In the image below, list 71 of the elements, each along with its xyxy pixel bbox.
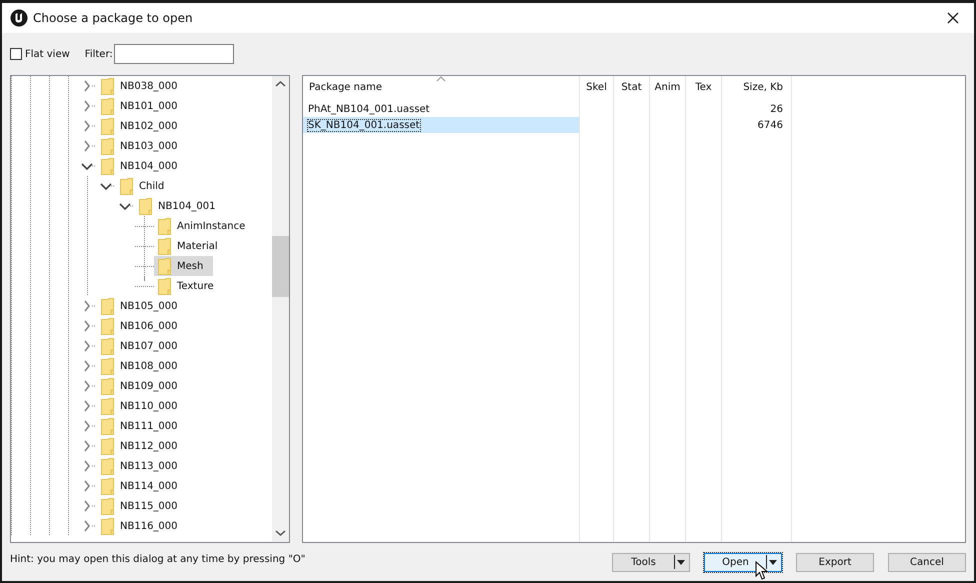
sort-icon xyxy=(436,76,446,82)
tree-item[interactable]: NB116_000 xyxy=(97,516,188,536)
table-cell-text: 26 xyxy=(769,102,784,116)
dialog-button[interactable]: Tools xyxy=(612,552,690,572)
tree-item[interactable]: NB109_000 xyxy=(97,376,188,396)
folder-icon xyxy=(101,378,114,394)
column-header[interactable]: Anim xyxy=(650,76,685,99)
flat-view-label: Flat view xyxy=(25,48,70,60)
tree-item[interactable]: NB105_000 xyxy=(97,296,188,316)
tree-item[interactable]: NB113_000 xyxy=(97,456,188,476)
tree-item[interactable]: NB038_000 xyxy=(97,76,188,96)
table-cell-text: 6746 xyxy=(756,118,784,132)
folder-icon xyxy=(158,238,171,254)
hint-text: Hint: you may open this dialog at any time by pressing "O" xyxy=(10,554,306,564)
dropdown-icon xyxy=(766,555,778,569)
folder-icon xyxy=(101,358,114,374)
dialog-button[interactable]: Cancel xyxy=(888,552,966,572)
folder-icon xyxy=(101,158,114,174)
tree-item[interactable]: NB107_000 xyxy=(97,336,188,356)
dropdown-icon xyxy=(674,555,686,569)
column-header[interactable]: Stat xyxy=(614,76,649,99)
filter-label: Filter: xyxy=(84,48,113,60)
folder-icon xyxy=(101,478,114,494)
filter-field[interactable] xyxy=(114,44,234,64)
dialog-button[interactable]: Export xyxy=(796,552,874,572)
tree-item[interactable]: NB110_000 xyxy=(97,396,188,416)
tree-item[interactable]: NB106_000 xyxy=(97,316,188,336)
flat-view-checkbox[interactable] xyxy=(10,48,22,60)
tree-item[interactable]: AnimInstance xyxy=(154,216,256,236)
tree-item[interactable]: NB111_000 xyxy=(97,416,188,436)
window-title: Choose a package to open xyxy=(33,11,194,25)
cursor-icon xyxy=(755,560,768,580)
folder-icon xyxy=(101,498,114,514)
column-header[interactable]: Size, Kb xyxy=(722,76,791,99)
file-name[interactable]: SK_NB104_001.uasset xyxy=(303,117,579,133)
tree-item[interactable]: NB104_001 xyxy=(135,196,226,216)
column-header[interactable]: Package name xyxy=(303,76,579,99)
column-header[interactable]: Tex xyxy=(686,76,721,99)
tree-item[interactable]: NB114_000 xyxy=(97,476,188,496)
column-header[interactable]: Skel xyxy=(580,76,613,99)
tree-item[interactable]: Child xyxy=(116,176,174,196)
folder-icon xyxy=(101,518,114,534)
folder-icon xyxy=(101,458,114,474)
folder-icon xyxy=(101,138,114,154)
close-icon xyxy=(947,12,959,24)
tree-item[interactable]: Mesh xyxy=(154,256,214,276)
tree-item[interactable]: Material xyxy=(154,236,228,256)
folder-icon xyxy=(101,418,114,434)
tree-item[interactable]: NB101_000 xyxy=(97,96,188,116)
tree-item[interactable]: NB102_000 xyxy=(97,116,188,136)
folder-icon xyxy=(139,198,152,214)
folder-icon xyxy=(158,258,171,274)
file-name[interactable]: PhAt_NB104_001.uasset xyxy=(303,101,579,117)
folder-icon xyxy=(101,118,114,134)
tree-item[interactable]: NB115_000 xyxy=(97,496,188,516)
folder-icon xyxy=(101,438,114,454)
folder-icon xyxy=(101,398,114,414)
logo-icon xyxy=(10,9,28,27)
tree-item[interactable]: Texture xyxy=(154,276,224,296)
tree-item[interactable]: NB104_000 xyxy=(97,156,188,176)
tree-item[interactable]: NB108_000 xyxy=(97,356,188,376)
tree-item[interactable]: NB103_000 xyxy=(97,136,188,156)
folder-icon xyxy=(101,98,114,114)
folder-icon xyxy=(120,178,133,194)
folder-icon xyxy=(101,78,114,94)
folder-icon xyxy=(158,218,171,234)
tree-item[interactable]: NB112_000 xyxy=(97,436,188,456)
folder-icon xyxy=(101,318,114,334)
folder-icon xyxy=(101,338,114,354)
folder-icon xyxy=(101,298,114,314)
folder-icon xyxy=(158,278,171,294)
